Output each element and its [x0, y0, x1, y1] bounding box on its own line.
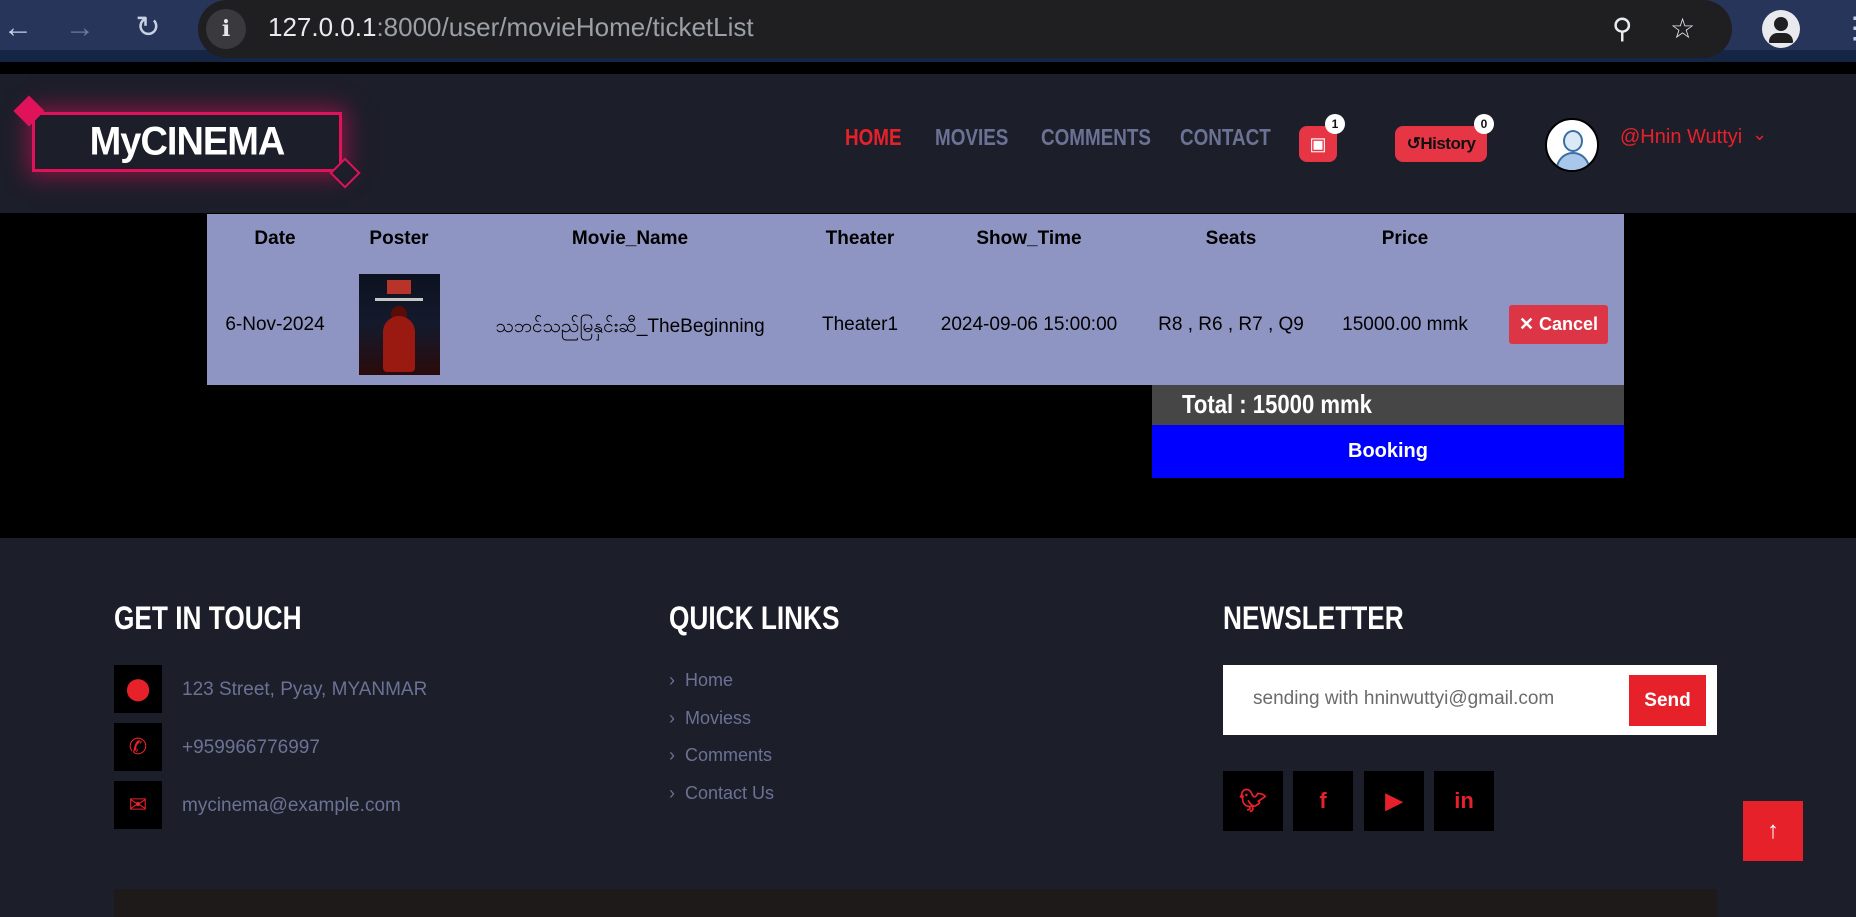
contact-email: mycinema@example.com	[182, 795, 401, 816]
quick-link-home[interactable]: › Home	[669, 670, 733, 691]
logo-text: MyCINEMA	[89, 119, 286, 165]
site-logo[interactable]: MyCINEMA	[32, 112, 342, 172]
total-amount: Total : 15000 mmk	[1182, 389, 1372, 419]
avatar[interactable]	[1545, 118, 1599, 172]
browser-profile-icon[interactable]	[1762, 10, 1800, 48]
chevron-right-icon: ›	[669, 745, 675, 765]
back-to-top-button[interactable]: ↑	[1743, 801, 1803, 861]
column-header-show-time: Show_Time	[976, 228, 1082, 249]
quick-link-movies[interactable]: › Moviess	[669, 708, 751, 729]
reload-icon[interactable]: ↻	[130, 8, 166, 48]
nav-home[interactable]: HOME	[845, 124, 902, 151]
chevron-right-icon: ›	[669, 783, 675, 803]
chevron-right-icon: ›	[669, 708, 675, 728]
history-label: History	[1420, 134, 1476, 153]
ticket-theater: Theater1	[821, 314, 899, 335]
quick-link-label: Comments	[685, 745, 773, 765]
quick-link-label: Contact Us	[685, 783, 775, 803]
ticket-movie-name: သဘင်သည်မြနှင်းဆီ_TheBeginning	[495, 316, 765, 337]
twitter-icon[interactable]: 🐦︎	[1223, 771, 1283, 831]
quick-link-contact-us[interactable]: › Contact Us	[669, 783, 774, 804]
newsletter-heading: NEWSLETTER	[1223, 600, 1404, 636]
quick-link-label: Home	[685, 670, 734, 690]
movie-poster-image	[359, 274, 440, 375]
column-header-seats: Seats	[1205, 228, 1257, 249]
quick-link-label: Moviess	[685, 708, 752, 728]
ticket-seats: R8 , R6 , R7 , Q9	[1158, 314, 1304, 335]
cancel-ticket-button[interactable]: ✕ Cancel	[1509, 305, 1608, 344]
history-button[interactable]: ↺History	[1395, 126, 1487, 162]
browser-menu-icon[interactable]: ⋮	[1840, 10, 1856, 48]
column-header-poster: Poster	[369, 228, 429, 249]
newsletter-send-button[interactable]: Send	[1629, 675, 1706, 726]
newsletter-form: sending with hninwuttyi@gmail.com Send	[1223, 665, 1717, 735]
browser-toolbar: ← → ↻ i 127.0.0.1:8000/user/movieHome/ti…	[0, 0, 1856, 62]
url-path: :8000/user/movieHome/ticketList	[376, 12, 754, 42]
linkedin-icon[interactable]: in	[1434, 771, 1494, 831]
cart-count-badge: 1	[1325, 114, 1345, 134]
chevron-down-icon[interactable]: ⌄	[1752, 124, 1767, 145]
contact-address: 123 Street, Pyay, MYANMAR	[182, 679, 428, 700]
close-icon: ✕	[1518, 314, 1540, 334]
total-bar: Total : 15000 mmk	[1152, 385, 1624, 425]
bookmark-star-icon[interactable]: ☆	[1670, 12, 1695, 45]
quick-links-heading: QUICK LINKS	[669, 600, 840, 636]
column-header-theater: Theater	[825, 228, 895, 249]
envelope-open-icon: ✉	[114, 781, 162, 829]
site-info-icon[interactable]: i	[206, 9, 246, 49]
zoom-icon[interactable]: ⚲	[1612, 12, 1633, 45]
site-footer: GET IN TOUCH QUICK LINKS NEWSLETTER ⬤ 12…	[0, 538, 1856, 917]
site-header: MyCINEMA HOME MOVIES COMMENTS CONTACT ▣ …	[0, 74, 1856, 213]
calendar-check-icon: ▣	[1309, 134, 1327, 154]
url-text[interactable]: 127.0.0.1:8000/user/movieHome/ticketList	[268, 12, 754, 43]
chevron-right-icon: ›	[669, 670, 675, 690]
cancel-label: Cancel	[1539, 314, 1599, 334]
nav-movies[interactable]: MOVIES	[935, 124, 1008, 151]
phone-icon: ✆	[114, 723, 162, 771]
ticket-date: 6-Nov-2024	[225, 314, 325, 335]
get-in-touch-heading: GET IN TOUCH	[114, 600, 302, 636]
ticket-show-time: 2024-09-06 15:00:00	[940, 314, 1118, 335]
forward-arrow-icon[interactable]: →	[62, 8, 98, 48]
column-header-movie-name: Movie_Name	[571, 228, 689, 249]
youtube-icon[interactable]: ▶	[1364, 771, 1424, 831]
map-marker-icon: ⬤	[114, 665, 162, 713]
quick-link-comments[interactable]: › Comments	[669, 745, 772, 766]
ticket-table: Date Poster Movie_Name Theater Show_Time…	[207, 214, 1624, 385]
facebook-icon[interactable]: f	[1293, 771, 1353, 831]
column-header-date: Date	[254, 228, 296, 249]
column-header-price: Price	[1381, 228, 1429, 249]
address-bar[interactable]: i 127.0.0.1:8000/user/movieHome/ticketLi…	[198, 0, 1732, 58]
newsletter-email-input[interactable]: sending with hninwuttyi@gmail.com	[1253, 688, 1554, 710]
arrow-up-icon: ↑	[1767, 817, 1779, 844]
history-icon: ↺	[1406, 134, 1421, 153]
footer-bottom-bar	[114, 889, 1717, 917]
ticket-price: 15000.00 mmk	[1342, 314, 1468, 335]
contact-phone: +959966776997	[182, 737, 320, 758]
url-host: 127.0.0.1	[268, 12, 377, 42]
nav-contact[interactable]: CONTACT	[1180, 124, 1271, 151]
booking-button[interactable]: Booking	[1152, 425, 1624, 478]
user-name[interactable]: @Hnin Wuttyi	[1620, 126, 1742, 149]
history-count-badge: 0	[1474, 114, 1494, 134]
back-arrow-icon[interactable]: ←	[0, 8, 36, 48]
nav-comments[interactable]: COMMENTS	[1041, 124, 1151, 151]
